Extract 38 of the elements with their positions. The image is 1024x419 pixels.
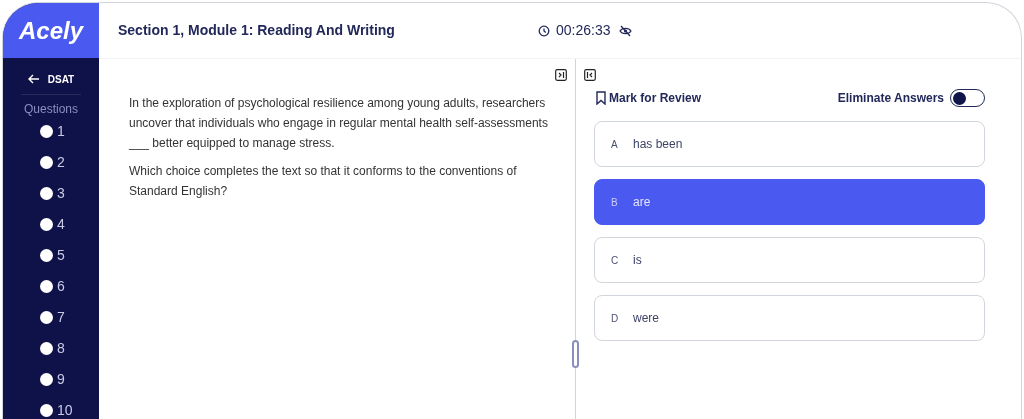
answer-choice[interactable]: B are	[594, 179, 985, 225]
divider-handle[interactable]	[572, 340, 579, 368]
section-title: Section 1, Module 1: Reading And Writing	[118, 21, 396, 40]
logo: Acely	[18, 15, 83, 46]
collapse-panel-icon[interactable]	[584, 69, 596, 81]
back-link[interactable]: DSAT	[27, 70, 75, 88]
question-prompt: Which choice completes the text so that it conforms to the conventions of Standard English?	[129, 163, 518, 200]
timer: 00:26:33	[556, 21, 611, 40]
choice-text: were	[633, 310, 659, 327]
question-item[interactable]: 7	[40, 308, 65, 326]
eye-slash-icon[interactable]	[618, 24, 632, 37]
question-item[interactable]: 1	[40, 122, 65, 140]
answer-choice[interactable]: D were	[594, 295, 985, 341]
choice-letter: A	[611, 137, 619, 152]
passage-text: In the exploration of psychological resilience among young adults, researchers uncover that individuals who engage in regular mental health self-assessments ___ better equipped to manage stress.	[129, 95, 549, 152]
question-item[interactable]: 8	[40, 339, 65, 357]
question-item[interactable]: 5	[40, 246, 65, 264]
clock-icon	[538, 24, 550, 37]
eliminate-answers-label: Eliminate Answers	[837, 90, 944, 107]
question-item[interactable]: 2	[40, 153, 65, 171]
question-item[interactable]: 4	[40, 215, 65, 233]
question-item[interactable]: 3	[40, 184, 65, 202]
choice-text: are	[633, 194, 651, 211]
answer-choice[interactable]: C is	[594, 237, 985, 283]
questions-label: Questions	[23, 101, 79, 118]
choice-letter: C	[611, 253, 620, 268]
back-arrow-icon	[27, 74, 40, 85]
question-item[interactable]: 6	[40, 277, 65, 295]
question-item[interactable]: 10	[40, 401, 73, 419]
expand-panel-icon[interactable]	[555, 69, 567, 81]
choice-letter: B	[611, 195, 619, 210]
bookmark-icon	[596, 91, 606, 105]
choice-letter: D	[611, 311, 620, 326]
choice-text: has been	[633, 136, 683, 153]
answer-choice[interactable]: A has been	[594, 121, 985, 167]
choice-text: is	[633, 252, 642, 269]
question-item[interactable]: 9	[40, 370, 65, 388]
mark-for-review-button[interactable]: Mark for Review	[596, 89, 702, 107]
